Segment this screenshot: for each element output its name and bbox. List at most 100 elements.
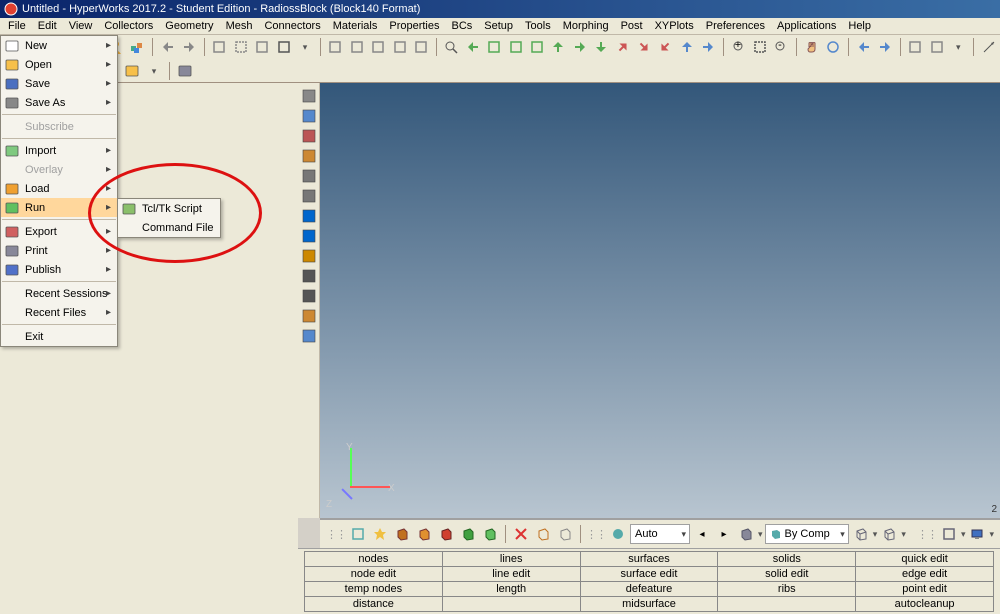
menu-help[interactable]: Help	[842, 19, 877, 33]
menu-mesh[interactable]: Mesh	[220, 19, 259, 33]
menu-setup[interactable]: Setup	[478, 19, 519, 33]
wire-icon[interactable]	[533, 524, 553, 544]
panel-temp-nodes[interactable]: temp nodes	[305, 582, 443, 597]
menu-post[interactable]: Post	[615, 19, 649, 33]
rot2-icon[interactable]	[570, 37, 589, 57]
menuitem-save[interactable]: Save	[1, 74, 117, 93]
measure-icon[interactable]	[300, 247, 318, 265]
menu-connectors[interactable]: Connectors	[258, 19, 326, 33]
panel1-icon[interactable]	[326, 37, 345, 57]
info-icon[interactable]	[300, 207, 318, 225]
clip-icon[interactable]	[906, 37, 925, 57]
rot8-icon[interactable]	[699, 37, 718, 57]
drag-handle[interactable]: ⋮⋮	[326, 528, 346, 541]
rot3-icon[interactable]	[592, 37, 611, 57]
next-icon[interactable]: ▸	[714, 524, 734, 544]
panel-midsurface[interactable]: midsurface	[580, 597, 718, 612]
viewport-3d[interactable]: Y X Z 2	[320, 83, 1000, 518]
mask3-icon[interactable]	[253, 37, 272, 57]
menu-properties[interactable]: Properties	[383, 19, 445, 33]
menu-tools[interactable]: Tools	[519, 19, 557, 33]
wire2-icon[interactable]	[555, 524, 575, 544]
prev-icon[interactable]: ◂	[692, 524, 712, 544]
wire-cube1-icon[interactable]	[851, 524, 871, 544]
abc2-icon[interactable]	[300, 287, 318, 305]
dd2-icon[interactable]: ▾	[295, 37, 314, 57]
shaded-icon[interactable]	[348, 524, 368, 544]
panel-solid-edit[interactable]: solid edit	[718, 567, 856, 582]
panel-edge-edit[interactable]: edge edit	[856, 567, 994, 582]
copy-icon[interactable]	[927, 37, 946, 57]
mask-icon[interactable]	[300, 127, 318, 145]
bycomp-combo[interactable]: By Comp	[765, 524, 849, 544]
xy-icon[interactable]	[485, 37, 504, 57]
arr-l-icon[interactable]	[854, 37, 873, 57]
redo-icon[interactable]	[179, 37, 198, 57]
menuitem-print[interactable]: Print	[1, 241, 117, 260]
panel-lines[interactable]: lines	[442, 552, 580, 567]
box3-icon[interactable]	[436, 524, 456, 544]
yz-icon[interactable]	[506, 37, 525, 57]
auto-combo[interactable]: Auto	[630, 524, 690, 544]
print2-icon[interactable]	[175, 61, 195, 81]
cubes-icon[interactable]	[128, 37, 147, 57]
menu-preferences[interactable]: Preferences	[700, 19, 771, 33]
model-icon[interactable]	[300, 87, 318, 105]
menuitem-publish[interactable]: Publish	[1, 260, 117, 279]
panel-line-edit[interactable]: line edit	[442, 567, 580, 582]
rot-free-icon[interactable]	[824, 37, 843, 57]
box-icon[interactable]	[300, 327, 318, 345]
xform-icon[interactable]	[979, 37, 998, 57]
menuitem-import[interactable]: Import	[1, 141, 117, 160]
menuitem-command-file[interactable]: Command File	[118, 218, 220, 237]
box4-icon[interactable]	[458, 524, 478, 544]
panel2-icon[interactable]	[347, 37, 366, 57]
rot1-icon[interactable]	[549, 37, 568, 57]
mag-icon[interactable]	[442, 37, 461, 57]
open2-icon[interactable]	[122, 61, 142, 81]
panel-node-edit[interactable]: node edit	[305, 567, 443, 582]
monitor-icon[interactable]	[967, 524, 987, 544]
entity-icon[interactable]	[300, 107, 318, 125]
undo-icon[interactable]	[158, 37, 177, 57]
arr-r-icon[interactable]	[875, 37, 894, 57]
rot7-icon[interactable]	[677, 37, 696, 57]
menu-materials[interactable]: Materials	[327, 19, 384, 33]
panel3-icon[interactable]	[369, 37, 388, 57]
panel-quick-edit[interactable]: quick edit	[856, 552, 994, 567]
panel-distance[interactable]: distance	[305, 597, 443, 612]
menuitem-recent-sessions[interactable]: Recent Sessions	[1, 284, 117, 303]
mask2-icon[interactable]	[231, 37, 250, 57]
box5-icon[interactable]	[480, 524, 500, 544]
panel-solids[interactable]: solids	[718, 552, 856, 567]
menu-geometry[interactable]: Geometry	[159, 19, 219, 33]
menuitem-open[interactable]: Open	[1, 55, 117, 74]
menu-collectors[interactable]: Collectors	[98, 19, 159, 33]
menu-edit[interactable]: Edit	[32, 19, 63, 33]
panel-ribs[interactable]: ribs	[718, 582, 856, 597]
box2-icon[interactable]	[414, 524, 434, 544]
xz-icon[interactable]	[527, 37, 546, 57]
boxpick-icon[interactable]	[939, 524, 959, 544]
mode-icon[interactable]	[608, 524, 628, 544]
menuitem-new[interactable]: New	[1, 36, 117, 55]
del-red-icon[interactable]	[511, 524, 531, 544]
card-icon[interactable]	[300, 147, 318, 165]
zoom-area-icon[interactable]	[750, 37, 769, 57]
panel-surface-edit[interactable]: surface edit	[580, 567, 718, 582]
panel4-icon[interactable]	[390, 37, 409, 57]
menuitem-exit[interactable]: Exit	[1, 327, 117, 346]
drag-handle-3[interactable]: ⋮⋮	[917, 528, 937, 541]
rot6-icon[interactable]	[656, 37, 675, 57]
menuitem-tcl-tk-script[interactable]: Tcl/Tk Script	[118, 199, 220, 218]
dd4-icon[interactable]: ▾	[144, 61, 164, 81]
plot-icon[interactable]	[300, 307, 318, 325]
dd3-icon[interactable]: ▾	[949, 37, 968, 57]
rot4-icon[interactable]	[613, 37, 632, 57]
menu-xyplots[interactable]: XYPlots	[649, 19, 700, 33]
panel-length[interactable]: length	[442, 582, 580, 597]
list2-icon[interactable]	[300, 187, 318, 205]
panel-surfaces[interactable]: surfaces	[580, 552, 718, 567]
abc-icon[interactable]	[300, 267, 318, 285]
menuitem-load[interactable]: Load	[1, 179, 117, 198]
